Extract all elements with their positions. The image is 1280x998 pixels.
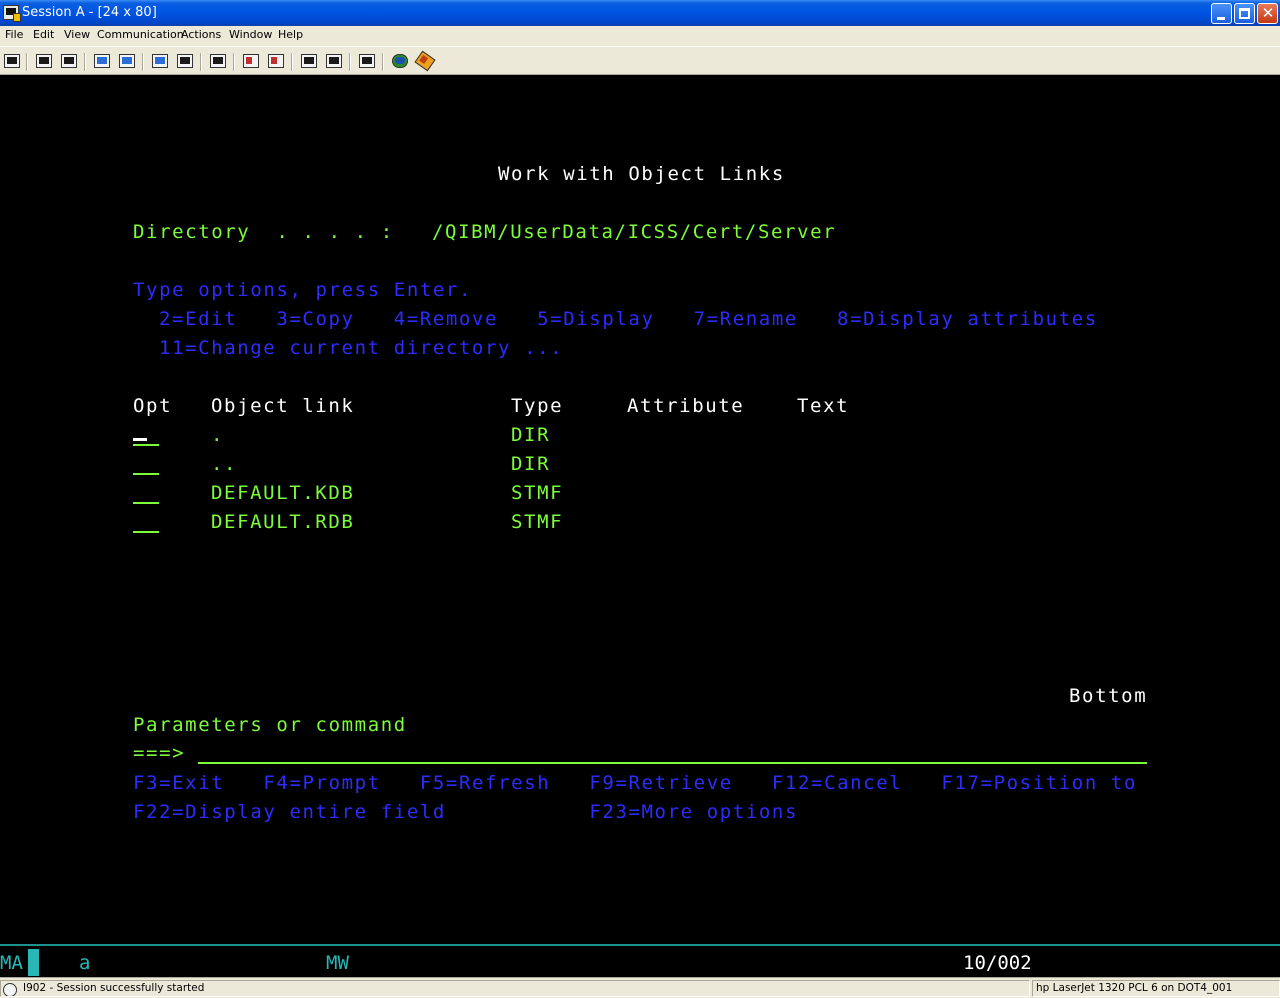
copy-icon[interactable] (34, 52, 54, 71)
type-row-3: STMF (511, 482, 564, 504)
printer-name: hp LaserJet 1320 PCL 6 on DOT4_001 (1036, 982, 1233, 994)
menu-bar: File Edit View Communication Actions Win… (0, 26, 1280, 46)
message-icon (3, 983, 17, 996)
menu-view[interactable]: View (64, 28, 90, 41)
operator-info-area: MA a MW 10/002 (0, 944, 1280, 977)
print-screen-icon[interactable] (2, 52, 22, 71)
oia-mw: MW (326, 952, 349, 974)
printer-panel: hp LaserJet 1320 PCL 6 on DOT4_001 (1032, 980, 1280, 997)
status-message-panel: I902 - Session successfully started (0, 980, 1030, 997)
opt-input-row-4[interactable] (133, 531, 159, 533)
display-keypad-icon[interactable] (150, 52, 170, 71)
connect-icon[interactable] (390, 52, 410, 71)
command-prompt: ===> (133, 742, 186, 764)
paste-icon[interactable] (59, 52, 79, 71)
oia-indicator: MA (0, 952, 23, 974)
column-header-object-link: Object link (211, 395, 355, 417)
object-link-row-3: DEFAULT.KDB (211, 482, 355, 504)
directory-value: /QIBM/UserData/ICSS/Cert/Server (432, 221, 837, 243)
session-app-icon[interactable] (3, 5, 21, 22)
menu-actions[interactable]: Actions (181, 28, 221, 41)
close-button[interactable]: ✕ (1257, 3, 1278, 24)
options-line-1: 2=Edit 3=Copy 4=Remove 5=Display 7=Renam… (159, 308, 1098, 330)
opt-input-row-3[interactable] (133, 502, 159, 504)
window-title: Session A - [24 x 80] (22, 5, 157, 20)
directory-label: Directory . . . . : (133, 221, 394, 243)
object-link-row-4: DEFAULT.RDB (211, 511, 355, 533)
column-header-opt: Opt (133, 395, 173, 417)
cursor-position: 10/002 (963, 952, 1032, 974)
bottom-indicator: Bottom (1069, 685, 1148, 707)
macro-icon[interactable] (175, 52, 195, 71)
menu-communication[interactable]: Communication (97, 28, 184, 41)
object-link-row-2: .. (211, 453, 238, 475)
receive-file-icon[interactable] (117, 52, 137, 71)
oia-cursor-block (28, 949, 39, 976)
play-macro-icon[interactable] (241, 52, 261, 71)
stop-macro-icon[interactable] (266, 52, 286, 71)
function-keys-line-2[interactable]: F22=Display entire field F23=More option… (133, 800, 798, 824)
command-label: Parameters or command (133, 714, 407, 736)
options-line-2: 11=Change current directory ... (159, 337, 564, 359)
text-cursor (133, 438, 147, 441)
start-macro-icon[interactable] (299, 52, 319, 71)
command-input[interactable] (198, 762, 1147, 764)
object-link-row-1: . (211, 424, 225, 446)
menu-window[interactable]: Window (229, 28, 272, 41)
menu-help[interactable]: Help (278, 28, 303, 41)
minimize-icon (1217, 17, 1225, 20)
terminal-screen[interactable]: Work with Object Links Directory . . . .… (0, 75, 1280, 944)
disconnect-icon[interactable] (414, 50, 436, 72)
column-header-attribute: Attribute (627, 395, 745, 417)
clipboard-icon[interactable] (357, 52, 377, 71)
maximize-button[interactable] (1234, 3, 1255, 24)
run-macro-icon[interactable] (324, 52, 344, 71)
type-row-2: DIR (511, 453, 551, 475)
send-file-icon[interactable] (92, 52, 112, 71)
opt-input-row-1[interactable] (133, 444, 159, 446)
toolbar (0, 46, 1280, 75)
column-header-text: Text (797, 395, 850, 417)
close-icon: ✕ (1261, 4, 1275, 22)
column-header-type: Type (511, 395, 564, 417)
oia-mode: a (79, 952, 91, 974)
screen-title: Work with Object Links (498, 163, 785, 185)
menu-edit[interactable]: Edit (33, 28, 54, 41)
maximize-icon (1239, 8, 1250, 19)
status-message: I902 - Session successfully started (23, 982, 205, 994)
type-row-1: DIR (511, 424, 551, 446)
menu-file[interactable]: File (5, 28, 23, 41)
instructions-text: Type options, press Enter. (133, 279, 473, 301)
minimize-button[interactable] (1211, 3, 1232, 24)
function-keys-line-1[interactable]: F3=Exit F4=Prompt F5=Refresh F9=Retrieve… (133, 771, 1137, 795)
window-title-bar[interactable]: Session A - [24 x 80] ✕ (0, 0, 1280, 26)
status-bar: I902 - Session successfully started hp L… (0, 977, 1280, 998)
opt-input-row-2[interactable] (133, 473, 159, 475)
record-macro-icon[interactable] (208, 52, 228, 71)
type-row-4: STMF (511, 511, 564, 533)
